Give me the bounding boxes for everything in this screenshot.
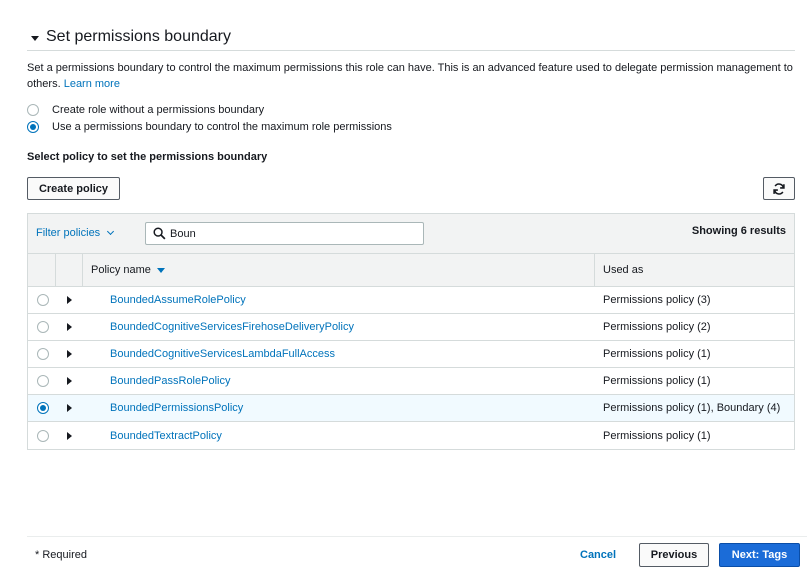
refresh-icon [773, 182, 785, 195]
learn-more-link[interactable]: Learn more [64, 78, 120, 90]
filter-policies-label: Filter policies [36, 227, 101, 239]
header-select-col [28, 254, 56, 286]
header-used-as-label: Used as [603, 264, 644, 276]
expand-arrow-icon[interactable] [67, 296, 72, 304]
row-expand-cell [56, 341, 83, 367]
section-header[interactable]: Set permissions boundary [27, 26, 795, 51]
policy-name-link[interactable]: BoundedCognitiveServicesLambdaFullAccess [110, 348, 335, 360]
policy-name-link[interactable]: BoundedPassRolePolicy [110, 375, 230, 387]
expand-arrow-icon[interactable] [67, 404, 72, 412]
description-text: Set a permissions boundary to control th… [27, 62, 793, 90]
row-select-cell [28, 341, 56, 367]
expand-arrow-icon[interactable] [67, 350, 72, 358]
row-radio[interactable] [37, 321, 49, 333]
sort-descending-icon[interactable] [156, 267, 165, 273]
row-expand-cell [56, 395, 83, 421]
footer: * Required Cancel Previous Next: Tags [27, 536, 807, 572]
row-expand-cell [56, 287, 83, 313]
table-row[interactable]: BoundedAssumeRolePolicy Permissions poli… [28, 287, 794, 314]
policy-name-link[interactable]: BoundedTextractPolicy [110, 430, 222, 442]
used-as-cell: Permissions policy (3) [603, 294, 711, 306]
row-radio[interactable] [37, 348, 49, 360]
search-box[interactable] [145, 222, 424, 245]
row-radio[interactable] [37, 375, 49, 387]
option-use-boundary-label: Use a permissions boundary to control th… [52, 121, 392, 133]
chevron-down-icon [107, 227, 115, 236]
used-as-cell: Permissions policy (1) [603, 348, 711, 360]
used-as-cell: Permissions policy (1), Boundary (4) [603, 402, 781, 414]
option-use-boundary[interactable]: Use a permissions boundary to control th… [27, 121, 392, 133]
results-count: Showing 6 results [691, 225, 786, 237]
table-row-selected[interactable]: BoundedPermissionsPolicy Permissions pol… [28, 395, 794, 422]
table-row[interactable]: BoundedPassRolePolicy Permissions policy… [28, 368, 794, 395]
expand-arrow-icon[interactable] [67, 377, 72, 385]
header-used-as[interactable]: Used as [595, 254, 794, 286]
expand-arrow-icon[interactable] [67, 431, 72, 440]
used-as-cell: Permissions policy (1) [603, 429, 711, 442]
table-row[interactable]: BoundedCognitiveServicesFirehoseDelivery… [28, 314, 794, 341]
select-policy-label: Select policy to set the permissions bou… [27, 151, 268, 163]
table-row[interactable]: BoundedCognitiveServicesLambdaFullAccess… [28, 341, 794, 368]
section-title: Set permissions boundary [46, 28, 231, 45]
policy-name-link[interactable]: BoundedAssumeRolePolicy [110, 294, 246, 306]
filter-policies-dropdown[interactable]: Filter policies [36, 227, 115, 239]
row-name-cell: BoundedCognitiveServicesLambdaFullAccess [83, 341, 595, 367]
row-radio[interactable] [37, 429, 49, 442]
option-no-boundary-label: Create role without a permissions bounda… [52, 104, 265, 116]
refresh-button[interactable] [763, 177, 795, 200]
row-select-cell [28, 314, 56, 340]
row-select-cell [28, 287, 56, 313]
row-expand-cell [56, 314, 83, 340]
row-select-cell [28, 422, 56, 449]
row-select-cell [28, 368, 56, 394]
table-row[interactable]: BoundedTextractPolicy Permissions policy… [28, 422, 794, 449]
row-name-cell: BoundedTextractPolicy [83, 422, 595, 449]
header-policy-name-label: Policy name [91, 264, 151, 276]
required-note: * Required [35, 549, 87, 561]
section-description: Set a permissions boundary to control th… [27, 60, 799, 92]
row-name-cell: BoundedPassRolePolicy [83, 368, 595, 394]
row-name-cell: BoundedPermissionsPolicy [83, 395, 595, 421]
cancel-link[interactable]: Cancel [580, 549, 616, 561]
row-name-cell: BoundedCognitiveServicesFirehoseDelivery… [83, 314, 595, 340]
previous-button[interactable]: Previous [639, 543, 709, 567]
row-name-cell: BoundedAssumeRolePolicy [83, 287, 595, 313]
next-tags-button[interactable]: Next: Tags [719, 543, 800, 567]
option-no-boundary[interactable]: Create role without a permissions bounda… [27, 104, 264, 116]
row-radio-selected[interactable] [37, 402, 49, 414]
row-radio[interactable] [37, 294, 49, 306]
expand-arrow-icon[interactable] [67, 323, 72, 331]
row-expand-cell [56, 368, 83, 394]
caret-down-icon[interactable] [31, 36, 39, 41]
search-icon [150, 225, 168, 243]
policies-table: Filter policies Showing 6 results Policy… [27, 213, 795, 450]
radio-use-boundary[interactable] [27, 121, 39, 133]
filter-bar: Filter policies Showing 6 results [28, 214, 794, 254]
create-policy-button[interactable]: Create policy [27, 177, 120, 200]
used-as-cell: Permissions policy (1) [603, 375, 711, 387]
radio-no-boundary[interactable] [27, 104, 39, 116]
table-header: Policy name Used as [28, 254, 794, 287]
policy-name-link[interactable]: BoundedPermissionsPolicy [110, 402, 243, 414]
row-expand-cell [56, 422, 83, 449]
row-select-cell [28, 395, 56, 421]
header-policy-name[interactable]: Policy name [83, 254, 595, 286]
used-as-cell: Permissions policy (2) [603, 321, 711, 333]
header-expand-col [56, 254, 83, 286]
search-input[interactable] [168, 227, 418, 240]
policy-name-link[interactable]: BoundedCognitiveServicesFirehoseDelivery… [110, 321, 354, 333]
